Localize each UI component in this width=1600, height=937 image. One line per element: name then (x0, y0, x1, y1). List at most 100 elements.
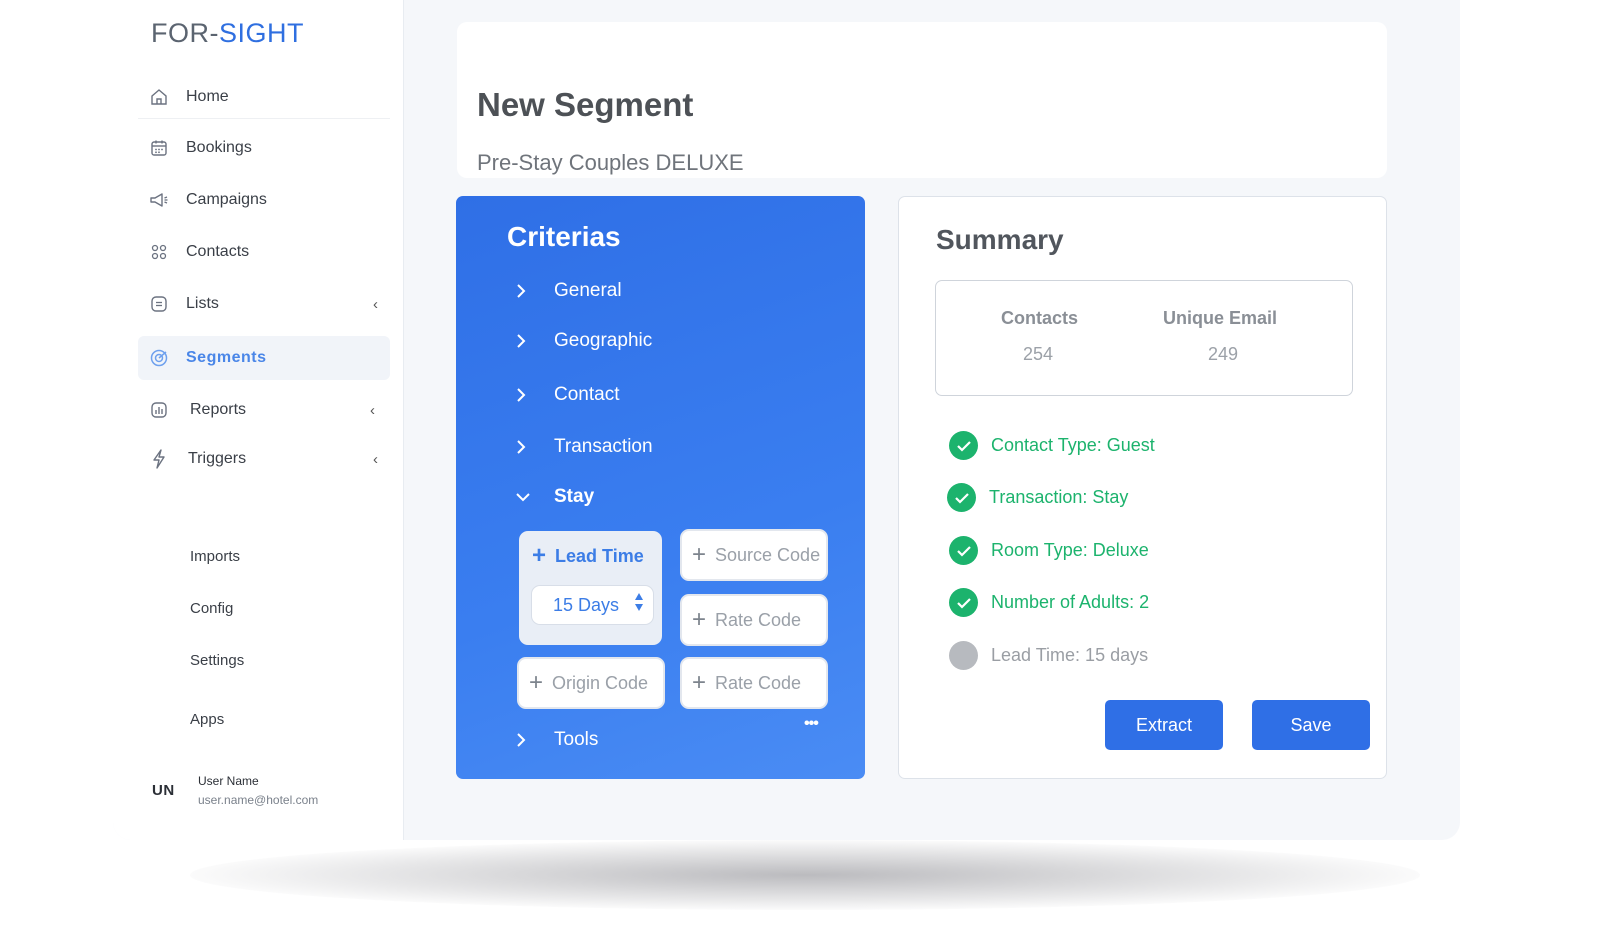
sidebar-item-config[interactable]: Config (190, 600, 233, 617)
logo-part-sight: SIGHT (219, 18, 305, 48)
check-icon (949, 588, 978, 617)
criteria-section-label: Contact (554, 384, 620, 405)
arrow-down-icon[interactable] (634, 603, 644, 612)
save-button[interactable]: Save (1252, 700, 1370, 750)
summary-criterion-text: Number of Adults: 2 (991, 592, 1150, 612)
chevron-right-icon (516, 440, 536, 454)
avatar[interactable]: UN (152, 782, 175, 799)
chevron-right-icon (516, 733, 536, 747)
stats-box: Contacts 254 Unique Email 249 (935, 280, 1353, 396)
plus-icon: + (692, 669, 707, 696)
criteria-section-transaction[interactable]: Transaction (516, 436, 653, 458)
summary-criterion-text: Room Type: Deluxe (991, 540, 1149, 560)
megaphone-icon (148, 189, 170, 211)
add-rate-code-button[interactable]: + Rate Code (680, 594, 828, 646)
summary-criterion: Contact Type: Guest (949, 431, 1155, 460)
more-options-icon[interactable]: ••• (804, 715, 819, 733)
add-source-code-button[interactable]: + Source Code (680, 529, 828, 581)
chevron-right-icon (516, 334, 536, 348)
sidebar-item-lists[interactable]: Lists ‹ (138, 282, 390, 326)
plus-icon: + (692, 541, 707, 568)
summary-criterion: Room Type: Deluxe (949, 536, 1149, 565)
sidebar-item-settings[interactable]: Settings (190, 652, 244, 669)
chevron-left-icon[interactable]: ‹ (370, 402, 375, 419)
lead-time-criterion: + Lead Time 15 Days (519, 531, 662, 645)
sidebar-item-label: Reports (190, 401, 247, 418)
sidebar-item-segments[interactable]: Segments (138, 336, 390, 380)
segment-name[interactable]: Pre-Stay Couples DELUXE (477, 150, 744, 176)
check-icon (949, 431, 978, 460)
summary-criterion: Number of Adults: 2 (949, 588, 1149, 617)
lightning-icon (148, 448, 170, 470)
criteria-section-general[interactable]: General (516, 280, 622, 302)
summary-title: Summary (936, 224, 1064, 255)
chevron-right-icon (516, 284, 536, 298)
sidebar-item-bookings[interactable]: Bookings (138, 126, 390, 170)
summary-criterion: Transaction: Stay (947, 483, 1128, 512)
contacts-label: Contacts (1001, 308, 1079, 328)
chip-label: Rate Code (715, 609, 802, 630)
extract-button[interactable]: Extract (1105, 700, 1223, 750)
calendar-icon (148, 137, 170, 159)
sidebar-item-label: Campaigns (186, 191, 267, 208)
home-icon (148, 86, 170, 108)
divider (138, 118, 390, 119)
pending-status-icon (949, 641, 978, 670)
sidebar-item-campaigns[interactable]: Campaigns (138, 178, 390, 222)
sidebar-item-apps[interactable]: Apps (190, 711, 224, 728)
criteria-section-label: Stay (554, 486, 595, 507)
user-name: User Name (198, 774, 259, 788)
sidebar-item-triggers[interactable]: Triggers ‹ (138, 437, 390, 481)
logo-part-for: FOR (151, 18, 210, 48)
sidebar: FOR-SIGHT Home Bookings Campaigns Contac… (113, 0, 404, 840)
chart-icon (148, 399, 170, 421)
criteria-section-geographic[interactable]: Geographic (516, 330, 652, 352)
criteria-section-contact[interactable]: Contact (516, 384, 619, 406)
chevron-left-icon[interactable]: ‹ (373, 296, 378, 313)
segment-header: New Segment Pre-Stay Couples DELUXE (457, 22, 1387, 178)
sidebar-item-reports[interactable]: Reports ‹ (138, 388, 390, 432)
criteria-section-label: General (554, 280, 622, 301)
criteria-section-label: Tools (554, 729, 599, 750)
chip-label: Origin Code (552, 672, 649, 693)
sidebar-item-label: Bookings (186, 139, 252, 156)
chevron-left-icon[interactable]: ‹ (373, 451, 378, 468)
add-origin-code-button[interactable]: + Origin Code (517, 657, 665, 709)
sidebar-item-home[interactable]: Home (138, 75, 390, 119)
criteria-section-tools[interactable]: Tools (516, 729, 598, 751)
sidebar-item-imports[interactable]: Imports (190, 548, 240, 565)
plus-icon: + (529, 669, 544, 696)
criteria-section-label: Geographic (554, 330, 653, 351)
plus-icon: + (532, 542, 547, 569)
criteria-section-label: Transaction (554, 436, 653, 457)
lead-time-toggle[interactable]: + Lead Time (532, 544, 644, 568)
lead-time-label: Lead Time (555, 545, 644, 566)
criterias-panel: Criterias General Geographic Contact Tra… (456, 196, 865, 779)
unique-email-count: 249 (1208, 344, 1239, 364)
sidebar-item-contacts[interactable]: Contacts (138, 230, 390, 274)
chevron-down-icon (516, 492, 536, 502)
app-window: FOR-SIGHT Home Bookings Campaigns Contac… (113, 0, 1460, 840)
add-rate-code-button[interactable]: + Rate Code (680, 657, 828, 709)
stepper-arrows[interactable] (634, 592, 644, 612)
summary-panel: Summary Contacts 254 Unique Email 249 Co… (898, 196, 1387, 779)
summary-criterion-text: Transaction: Stay (989, 487, 1129, 507)
user-email: user.name@hotel.com (198, 793, 319, 807)
chevron-right-icon (516, 388, 536, 402)
page-title: New Segment (477, 86, 694, 123)
app-logo[interactable]: FOR-SIGHT (151, 18, 304, 49)
window-shadow (190, 840, 1420, 910)
target-icon (148, 347, 170, 369)
list-icon (148, 293, 170, 315)
arrow-up-icon[interactable] (634, 592, 644, 601)
criterias-title: Criterias (507, 221, 621, 252)
sidebar-item-label: Triggers (188, 450, 247, 467)
sidebar-item-label: Lists (186, 295, 219, 312)
criteria-section-stay[interactable]: Stay (516, 486, 594, 508)
logo-dash: - (209, 18, 219, 48)
chip-label: Source Code (715, 544, 821, 565)
sidebar-item-label: Home (186, 88, 229, 105)
lead-time-stepper[interactable]: 15 Days (531, 585, 654, 625)
summary-criterion-text: Contact Type: Guest (991, 435, 1155, 455)
lead-time-value: 15 Days (553, 594, 620, 615)
